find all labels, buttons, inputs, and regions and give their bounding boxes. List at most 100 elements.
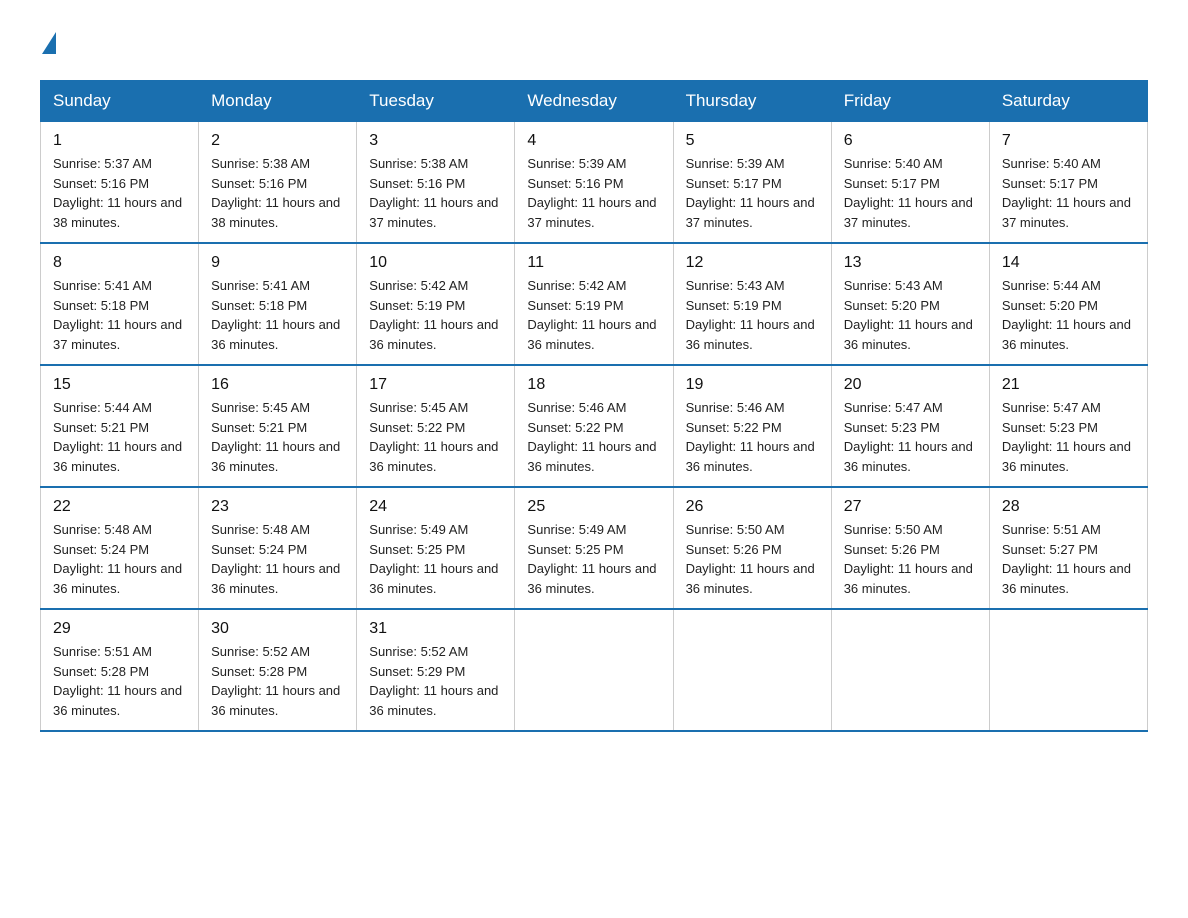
- daylight-label: Daylight: 11 hours and 36 minutes.: [211, 561, 340, 596]
- sunrise-label: Sunrise: 5:39 AM: [686, 156, 785, 171]
- daylight-label: Daylight: 11 hours and 36 minutes.: [211, 317, 340, 352]
- calendar-cell: [673, 609, 831, 731]
- calendar-cell: 15 Sunrise: 5:44 AM Sunset: 5:21 PM Dayl…: [41, 365, 199, 487]
- sunset-label: Sunset: 5:18 PM: [211, 298, 307, 313]
- day-number: 27: [844, 498, 977, 516]
- daylight-label: Daylight: 11 hours and 36 minutes.: [527, 561, 656, 596]
- sunset-label: Sunset: 5:27 PM: [1002, 542, 1098, 557]
- calendar-cell: 14 Sunrise: 5:44 AM Sunset: 5:20 PM Dayl…: [989, 243, 1147, 365]
- daylight-label: Daylight: 11 hours and 37 minutes.: [369, 195, 498, 230]
- daylight-label: Daylight: 11 hours and 37 minutes.: [527, 195, 656, 230]
- sunset-label: Sunset: 5:21 PM: [211, 420, 307, 435]
- day-info: Sunrise: 5:39 AM Sunset: 5:16 PM Dayligh…: [527, 154, 660, 232]
- calendar-cell: 25 Sunrise: 5:49 AM Sunset: 5:25 PM Dayl…: [515, 487, 673, 609]
- sunset-label: Sunset: 5:25 PM: [527, 542, 623, 557]
- day-info: Sunrise: 5:51 AM Sunset: 5:28 PM Dayligh…: [53, 642, 186, 720]
- calendar-cell: 20 Sunrise: 5:47 AM Sunset: 5:23 PM Dayl…: [831, 365, 989, 487]
- daylight-label: Daylight: 11 hours and 36 minutes.: [53, 683, 182, 718]
- sunrise-label: Sunrise: 5:41 AM: [211, 278, 310, 293]
- sunrise-label: Sunrise: 5:50 AM: [844, 522, 943, 537]
- day-info: Sunrise: 5:44 AM Sunset: 5:20 PM Dayligh…: [1002, 276, 1135, 354]
- page-header: [40, 30, 1148, 50]
- daylight-label: Daylight: 11 hours and 36 minutes.: [1002, 317, 1131, 352]
- sunrise-label: Sunrise: 5:43 AM: [844, 278, 943, 293]
- calendar-week-row: 1 Sunrise: 5:37 AM Sunset: 5:16 PM Dayli…: [41, 122, 1148, 244]
- calendar-cell: 17 Sunrise: 5:45 AM Sunset: 5:22 PM Dayl…: [357, 365, 515, 487]
- day-number: 10: [369, 254, 502, 272]
- sunrise-label: Sunrise: 5:47 AM: [844, 400, 943, 415]
- sunrise-label: Sunrise: 5:42 AM: [527, 278, 626, 293]
- calendar-cell: 9 Sunrise: 5:41 AM Sunset: 5:18 PM Dayli…: [199, 243, 357, 365]
- sunrise-label: Sunrise: 5:37 AM: [53, 156, 152, 171]
- sunset-label: Sunset: 5:28 PM: [211, 664, 307, 679]
- day-number: 8: [53, 254, 186, 272]
- daylight-label: Daylight: 11 hours and 37 minutes.: [53, 317, 182, 352]
- day-number: 14: [1002, 254, 1135, 272]
- day-number: 20: [844, 376, 977, 394]
- calendar-cell: 21 Sunrise: 5:47 AM Sunset: 5:23 PM Dayl…: [989, 365, 1147, 487]
- logo-triangle-icon: [42, 32, 56, 54]
- day-info: Sunrise: 5:38 AM Sunset: 5:16 PM Dayligh…: [369, 154, 502, 232]
- sunset-label: Sunset: 5:19 PM: [686, 298, 782, 313]
- day-number: 13: [844, 254, 977, 272]
- sunset-label: Sunset: 5:23 PM: [844, 420, 940, 435]
- day-info: Sunrise: 5:49 AM Sunset: 5:25 PM Dayligh…: [369, 520, 502, 598]
- calendar-cell: 22 Sunrise: 5:48 AM Sunset: 5:24 PM Dayl…: [41, 487, 199, 609]
- sunset-label: Sunset: 5:23 PM: [1002, 420, 1098, 435]
- sunrise-label: Sunrise: 5:38 AM: [369, 156, 468, 171]
- calendar-week-row: 15 Sunrise: 5:44 AM Sunset: 5:21 PM Dayl…: [41, 365, 1148, 487]
- calendar-cell: 28 Sunrise: 5:51 AM Sunset: 5:27 PM Dayl…: [989, 487, 1147, 609]
- calendar-cell: [831, 609, 989, 731]
- daylight-label: Daylight: 11 hours and 36 minutes.: [686, 439, 815, 474]
- daylight-label: Daylight: 11 hours and 36 minutes.: [844, 317, 973, 352]
- day-number: 23: [211, 498, 344, 516]
- day-info: Sunrise: 5:51 AM Sunset: 5:27 PM Dayligh…: [1002, 520, 1135, 598]
- daylight-label: Daylight: 11 hours and 36 minutes.: [211, 683, 340, 718]
- sunrise-label: Sunrise: 5:50 AM: [686, 522, 785, 537]
- sunset-label: Sunset: 5:17 PM: [844, 176, 940, 191]
- day-info: Sunrise: 5:50 AM Sunset: 5:26 PM Dayligh…: [686, 520, 819, 598]
- calendar-table: SundayMondayTuesdayWednesdayThursdayFrid…: [40, 80, 1148, 732]
- sunrise-label: Sunrise: 5:51 AM: [53, 644, 152, 659]
- sunset-label: Sunset: 5:20 PM: [844, 298, 940, 313]
- calendar-cell: 7 Sunrise: 5:40 AM Sunset: 5:17 PM Dayli…: [989, 122, 1147, 244]
- day-number: 24: [369, 498, 502, 516]
- daylight-label: Daylight: 11 hours and 36 minutes.: [527, 439, 656, 474]
- sunrise-label: Sunrise: 5:45 AM: [369, 400, 468, 415]
- calendar-cell: 19 Sunrise: 5:46 AM Sunset: 5:22 PM Dayl…: [673, 365, 831, 487]
- calendar-week-row: 22 Sunrise: 5:48 AM Sunset: 5:24 PM Dayl…: [41, 487, 1148, 609]
- sunset-label: Sunset: 5:26 PM: [686, 542, 782, 557]
- daylight-label: Daylight: 11 hours and 36 minutes.: [1002, 439, 1131, 474]
- calendar-cell: 30 Sunrise: 5:52 AM Sunset: 5:28 PM Dayl…: [199, 609, 357, 731]
- calendar-cell: 29 Sunrise: 5:51 AM Sunset: 5:28 PM Dayl…: [41, 609, 199, 731]
- daylight-label: Daylight: 11 hours and 38 minutes.: [53, 195, 182, 230]
- sunset-label: Sunset: 5:19 PM: [527, 298, 623, 313]
- day-number: 19: [686, 376, 819, 394]
- day-number: 7: [1002, 132, 1135, 150]
- daylight-label: Daylight: 11 hours and 36 minutes.: [1002, 561, 1131, 596]
- sunset-label: Sunset: 5:17 PM: [686, 176, 782, 191]
- day-number: 3: [369, 132, 502, 150]
- daylight-label: Daylight: 11 hours and 36 minutes.: [53, 439, 182, 474]
- day-number: 2: [211, 132, 344, 150]
- day-info: Sunrise: 5:46 AM Sunset: 5:22 PM Dayligh…: [686, 398, 819, 476]
- sunset-label: Sunset: 5:22 PM: [369, 420, 465, 435]
- calendar-cell: 6 Sunrise: 5:40 AM Sunset: 5:17 PM Dayli…: [831, 122, 989, 244]
- day-info: Sunrise: 5:48 AM Sunset: 5:24 PM Dayligh…: [211, 520, 344, 598]
- logo: [40, 30, 56, 50]
- sunset-label: Sunset: 5:20 PM: [1002, 298, 1098, 313]
- day-number: 22: [53, 498, 186, 516]
- column-header-sunday: Sunday: [41, 81, 199, 122]
- day-info: Sunrise: 5:45 AM Sunset: 5:22 PM Dayligh…: [369, 398, 502, 476]
- day-info: Sunrise: 5:48 AM Sunset: 5:24 PM Dayligh…: [53, 520, 186, 598]
- day-number: 25: [527, 498, 660, 516]
- sunset-label: Sunset: 5:26 PM: [844, 542, 940, 557]
- day-number: 4: [527, 132, 660, 150]
- calendar-cell: 3 Sunrise: 5:38 AM Sunset: 5:16 PM Dayli…: [357, 122, 515, 244]
- column-header-monday: Monday: [199, 81, 357, 122]
- sunrise-label: Sunrise: 5:40 AM: [844, 156, 943, 171]
- day-info: Sunrise: 5:43 AM Sunset: 5:19 PM Dayligh…: [686, 276, 819, 354]
- sunset-label: Sunset: 5:22 PM: [686, 420, 782, 435]
- day-info: Sunrise: 5:45 AM Sunset: 5:21 PM Dayligh…: [211, 398, 344, 476]
- sunrise-label: Sunrise: 5:52 AM: [369, 644, 468, 659]
